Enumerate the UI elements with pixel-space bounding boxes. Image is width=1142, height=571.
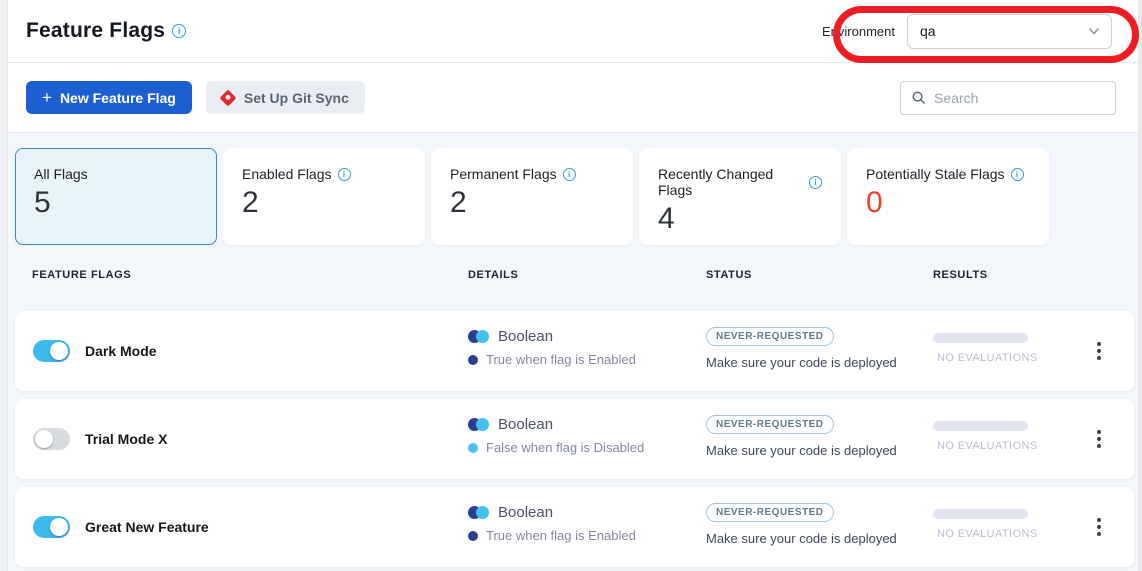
results-placeholder-bar bbox=[933, 421, 1028, 431]
environment-label: Environment bbox=[822, 24, 895, 39]
row-menu-kebab-icon[interactable] bbox=[1087, 426, 1111, 452]
sidebar-edge bbox=[0, 0, 8, 571]
table-row: Great New Feature Boolean True when flag… bbox=[15, 487, 1134, 567]
table-row: Dark Mode Boolean True when flag is Enab… bbox=[15, 311, 1134, 391]
stat-card-potentially-stale-flags[interactable]: Potentially Stale Flags i 0 bbox=[847, 148, 1049, 245]
toggle-knob bbox=[50, 342, 68, 360]
toolbar: + New Feature Flag Set Up Git Sync bbox=[8, 63, 1138, 133]
flag-toggle[interactable] bbox=[33, 340, 70, 362]
flag-type: Boolean bbox=[468, 416, 553, 433]
stat-label: Permanent Flags bbox=[450, 166, 557, 182]
status-badge: NEVER-REQUESTED bbox=[706, 415, 834, 434]
status-text: Make sure your code is deployed bbox=[706, 443, 897, 458]
content-area: All Flagsi 5 Enabled Flagsi 2 Permanent … bbox=[8, 133, 1138, 571]
info-icon[interactable]: i bbox=[809, 176, 822, 189]
stat-label: Potentially Stale Flags bbox=[866, 166, 1005, 182]
chevron-down-icon bbox=[1087, 24, 1101, 38]
default-value-line: True when flag is Enabled bbox=[468, 352, 636, 367]
default-value-dot bbox=[468, 531, 478, 541]
status-badge: NEVER-REQUESTED bbox=[706, 327, 834, 346]
stat-label: All Flags bbox=[34, 166, 88, 182]
stat-value: 5 bbox=[34, 186, 198, 220]
default-value-dot bbox=[468, 443, 478, 453]
results-text: NO EVALUATIONS bbox=[937, 440, 1038, 452]
page-title: Feature Flags bbox=[26, 19, 165, 43]
toggle-knob bbox=[50, 518, 68, 536]
environment-group: Environment qa bbox=[822, 14, 1112, 49]
status-text: Make sure your code is deployed bbox=[706, 531, 897, 546]
flag-toggle[interactable] bbox=[33, 516, 70, 538]
title-info-icon[interactable]: i bbox=[172, 24, 186, 38]
results-placeholder-bar bbox=[933, 509, 1028, 519]
set-up-git-sync-button[interactable]: Set Up Git Sync bbox=[206, 81, 365, 114]
flag-name[interactable]: Great New Feature bbox=[85, 519, 209, 535]
search-input[interactable] bbox=[934, 90, 1115, 106]
row-menu-kebab-icon[interactable] bbox=[1087, 338, 1111, 364]
flag-rows: Dark Mode Boolean True when flag is Enab… bbox=[15, 311, 1134, 571]
stat-value: 0 bbox=[866, 186, 1030, 220]
column-header-details: DETAILS bbox=[468, 269, 518, 281]
stat-card-recently-changed-flags[interactable]: Recently Changed Flags i 4 bbox=[639, 148, 841, 245]
results-text: NO EVALUATIONS bbox=[937, 352, 1038, 364]
stat-value: 2 bbox=[450, 186, 614, 220]
default-value-line: False when flag is Disabled bbox=[468, 440, 644, 455]
column-header-status: STATUS bbox=[706, 269, 752, 281]
flag-toggle[interactable] bbox=[33, 428, 70, 450]
stat-card-all-flags[interactable]: All Flagsi 5 bbox=[15, 148, 217, 245]
search-box[interactable] bbox=[900, 81, 1116, 115]
default-value-line: True when flag is Enabled bbox=[468, 528, 636, 543]
boolean-type-icon bbox=[468, 330, 489, 343]
search-icon bbox=[911, 90, 926, 105]
stat-value: 4 bbox=[658, 202, 822, 236]
stat-label: Enabled Flags bbox=[242, 166, 332, 182]
info-icon[interactable]: i bbox=[1011, 168, 1024, 181]
scrollbar-track[interactable] bbox=[1138, 0, 1142, 571]
info-icon[interactable]: i bbox=[563, 168, 576, 181]
results-text: NO EVALUATIONS bbox=[937, 528, 1038, 540]
new-feature-flag-button[interactable]: + New Feature Flag bbox=[26, 81, 192, 114]
stat-label: Recently Changed Flags bbox=[658, 166, 803, 198]
toggle-knob bbox=[35, 430, 53, 448]
table-row: Trial Mode X Boolean False when flag is … bbox=[15, 399, 1134, 479]
stat-value: 2 bbox=[242, 186, 406, 220]
info-icon[interactable]: i bbox=[338, 168, 351, 181]
stat-card-enabled-flags[interactable]: Enabled Flags i 2 bbox=[223, 148, 425, 245]
flag-type: Boolean bbox=[468, 328, 553, 345]
flag-name[interactable]: Dark Mode bbox=[85, 343, 157, 359]
stat-card-permanent-flags[interactable]: Permanent Flags i 2 bbox=[431, 148, 633, 245]
results-placeholder-bar bbox=[933, 333, 1028, 343]
flag-type: Boolean bbox=[468, 504, 553, 521]
status-badge: NEVER-REQUESTED bbox=[706, 503, 834, 522]
boolean-type-icon bbox=[468, 506, 489, 519]
table-header: FEATURE FLAGS DETAILS STATUS RESULTS bbox=[8, 263, 1138, 293]
git-icon bbox=[219, 89, 236, 106]
row-menu-kebab-icon[interactable] bbox=[1087, 514, 1111, 540]
column-header-feature-flags: FEATURE FLAGS bbox=[32, 269, 131, 281]
boolean-type-icon bbox=[468, 418, 489, 431]
status-text: Make sure your code is deployed bbox=[706, 355, 897, 370]
flag-name[interactable]: Trial Mode X bbox=[85, 431, 167, 447]
column-header-results: RESULTS bbox=[933, 269, 988, 281]
stat-cards-row: All Flagsi 5 Enabled Flagsi 2 Permanent … bbox=[15, 148, 1049, 245]
environment-value: qa bbox=[920, 23, 936, 39]
environment-select[interactable]: qa bbox=[907, 14, 1112, 49]
page-header: Feature Flags i Environment qa bbox=[8, 0, 1138, 63]
default-value-dot bbox=[468, 355, 478, 365]
plus-icon: + bbox=[42, 89, 52, 106]
